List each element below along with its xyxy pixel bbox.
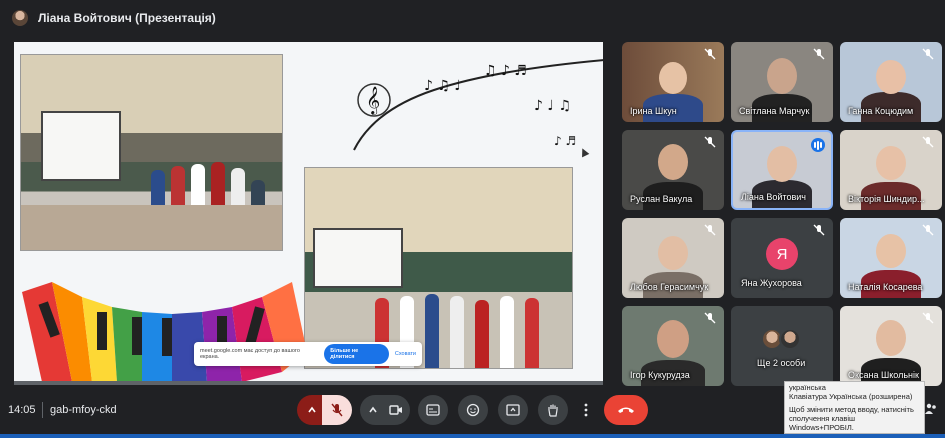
infobar-text: meet.google.com має доступ до вашого екр… xyxy=(200,348,300,360)
mic-off-icon xyxy=(331,403,343,417)
tooltip-keyboard: Клавіатура Українська (розширена) xyxy=(789,391,913,401)
emoji-icon xyxy=(466,403,480,417)
tooltip-hint-2: сполучення клавіш Windows+ПРОБІЛ. xyxy=(789,413,856,432)
mic-off-icon xyxy=(704,136,716,148)
svg-text:♪ ♩ ♫: ♪ ♩ ♫ xyxy=(534,98,571,114)
camera-toggle-button[interactable] xyxy=(382,395,410,425)
meeting-code: gab-mfoy-ckd xyxy=(50,404,117,416)
mic-off-icon xyxy=(704,312,716,324)
participant-tile-active-speaker[interactable]: Ліана Войтович xyxy=(731,130,833,210)
present-icon xyxy=(506,404,520,416)
participant-avatar xyxy=(779,328,801,350)
mic-off-icon xyxy=(922,224,934,236)
participant-tile[interactable]: Любов Герасимчук xyxy=(622,218,724,298)
clock: 14:05 xyxy=(8,404,36,416)
taskbar-edge xyxy=(0,434,945,438)
participant-tile[interactable]: Ігор Кукурудза xyxy=(622,306,724,386)
stage-scrollbar[interactable] xyxy=(14,381,603,385)
participant-name: Ірина Шкун xyxy=(630,106,677,116)
svg-text:♫ ♪ ♬: ♫ ♪ ♬ xyxy=(484,63,527,79)
presenter-avatar xyxy=(12,10,28,26)
participant-tile[interactable]: Руслан Вакула xyxy=(622,130,724,210)
input-method-tooltip: українська Клавіатура Українська (розшир… xyxy=(784,381,925,434)
slide-photo-classroom-2 xyxy=(304,167,573,369)
participant-avatar: Я xyxy=(766,238,798,270)
participant-name: Ганна Коцюдим xyxy=(848,106,914,116)
camera-icon xyxy=(389,405,402,415)
participant-name: Любов Герасимчук xyxy=(630,282,709,292)
participant-name: Наталія Косарева xyxy=(848,282,923,292)
participant-name: Вікторія Шиндир... xyxy=(848,194,925,204)
present-button[interactable] xyxy=(498,395,528,425)
participant-name: Ще 2 особи xyxy=(757,358,806,368)
top-bar: Ліана Войтович (Презентація) xyxy=(0,0,945,36)
mic-off-icon xyxy=(704,48,716,60)
participant-name: Яна Жухорова xyxy=(741,278,802,288)
screen-share-infobar: meet.google.com має доступ до вашого екр… xyxy=(194,342,422,366)
people-icon[interactable] xyxy=(924,402,938,416)
shared-screen: 𝄞 ♪ ♫ ♩ ♫ ♪ ♬ ♪ ♩ ♫ ♪ ♬ meet.google.com … xyxy=(14,42,603,385)
participant-tile[interactable]: Світлана Марчук xyxy=(731,42,833,122)
mic-off-icon xyxy=(704,224,716,236)
raise-hand-button[interactable] xyxy=(538,395,568,425)
participant-name: Руслан Вакула xyxy=(630,194,693,204)
captions-button[interactable] xyxy=(418,395,448,425)
mic-off-icon xyxy=(922,48,934,60)
chevron-up-icon xyxy=(308,406,316,413)
participant-tile-overflow[interactable]: Ще 2 особи xyxy=(731,306,833,386)
mic-off-icon xyxy=(813,48,825,60)
raise-hand-icon xyxy=(548,404,558,417)
participant-tile[interactable]: Я Яна Жухорова xyxy=(731,218,833,298)
svg-text:𝄞: 𝄞 xyxy=(366,86,380,115)
participant-name: Ігор Кукурудза xyxy=(630,370,690,380)
svg-text:♪ ♬: ♪ ♬ xyxy=(554,134,576,148)
presentation-title: Ліана Войтович (Презентація) xyxy=(38,11,216,25)
more-icon xyxy=(584,403,588,417)
music-notes-illustration: 𝄞 ♪ ♫ ♩ ♫ ♪ ♬ ♪ ♩ ♫ ♪ ♬ xyxy=(353,59,603,151)
participant-tile[interactable]: Оксана Школьнік xyxy=(840,306,942,386)
participant-name: Ліана Войтович xyxy=(741,192,806,202)
more-options-button[interactable] xyxy=(574,395,598,425)
participant-name: Світлана Марчук xyxy=(739,106,810,116)
hang-up-icon xyxy=(618,407,634,413)
reactions-button[interactable] xyxy=(458,395,488,425)
participant-tile[interactable]: Ганна Коцюдим xyxy=(840,42,942,122)
speaking-indicator-icon xyxy=(811,138,825,152)
mic-off-icon xyxy=(922,136,934,148)
participant-name: Оксана Школьнік xyxy=(848,370,919,380)
mic-toggle-button[interactable] xyxy=(322,395,352,425)
mic-off-icon xyxy=(922,312,934,324)
captions-icon xyxy=(426,404,440,416)
hide-infobar-link[interactable]: Сховати xyxy=(395,351,416,357)
svg-text:♪ ♫ ♩: ♪ ♫ ♩ xyxy=(424,78,461,94)
participant-tile[interactable]: Наталія Косарева xyxy=(840,218,942,298)
slide-photo-classroom-1 xyxy=(20,54,283,251)
chevron-up-icon xyxy=(369,406,377,413)
stop-sharing-button[interactable]: Більше не ділитися xyxy=(324,344,389,364)
participant-tile[interactable]: Вікторія Шиндир... xyxy=(840,130,942,210)
divider xyxy=(42,402,43,418)
participant-tile[interactable]: Ірина Шкун xyxy=(622,42,724,122)
leave-call-button[interactable] xyxy=(604,395,648,425)
mic-off-icon xyxy=(813,224,825,236)
